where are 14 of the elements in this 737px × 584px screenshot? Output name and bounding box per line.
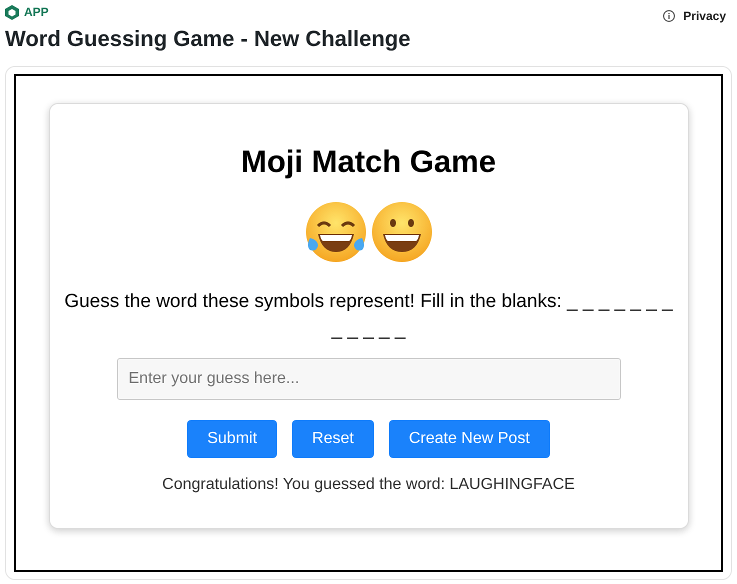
instructions-text: Guess the word these symbols represent! Fill in the blanks: _ _ _ _ _ _ _ _ _ _ _ _	[64, 290, 674, 342]
privacy-link[interactable]: Privacy	[683, 9, 726, 23]
laughing-tears-icon	[304, 200, 368, 264]
info-icon	[663, 10, 676, 22]
submit-button[interactable]: Submit	[187, 420, 278, 458]
create-post-button[interactable]: Create New Post	[388, 420, 550, 458]
page-title: Word Guessing Game - New Challenge	[5, 26, 412, 52]
game-title: Moji Match Game	[241, 144, 496, 180]
success-message: Congratulations! You guessed the word: LAUGHINGFACE	[162, 476, 575, 494]
guess-input[interactable]: Enter your guess here...	[116, 358, 620, 400]
cube-icon	[5, 4, 19, 20]
reset-button[interactable]: Reset	[292, 420, 374, 458]
grinning-face-icon	[370, 200, 434, 264]
app-label: APP	[24, 5, 49, 19]
